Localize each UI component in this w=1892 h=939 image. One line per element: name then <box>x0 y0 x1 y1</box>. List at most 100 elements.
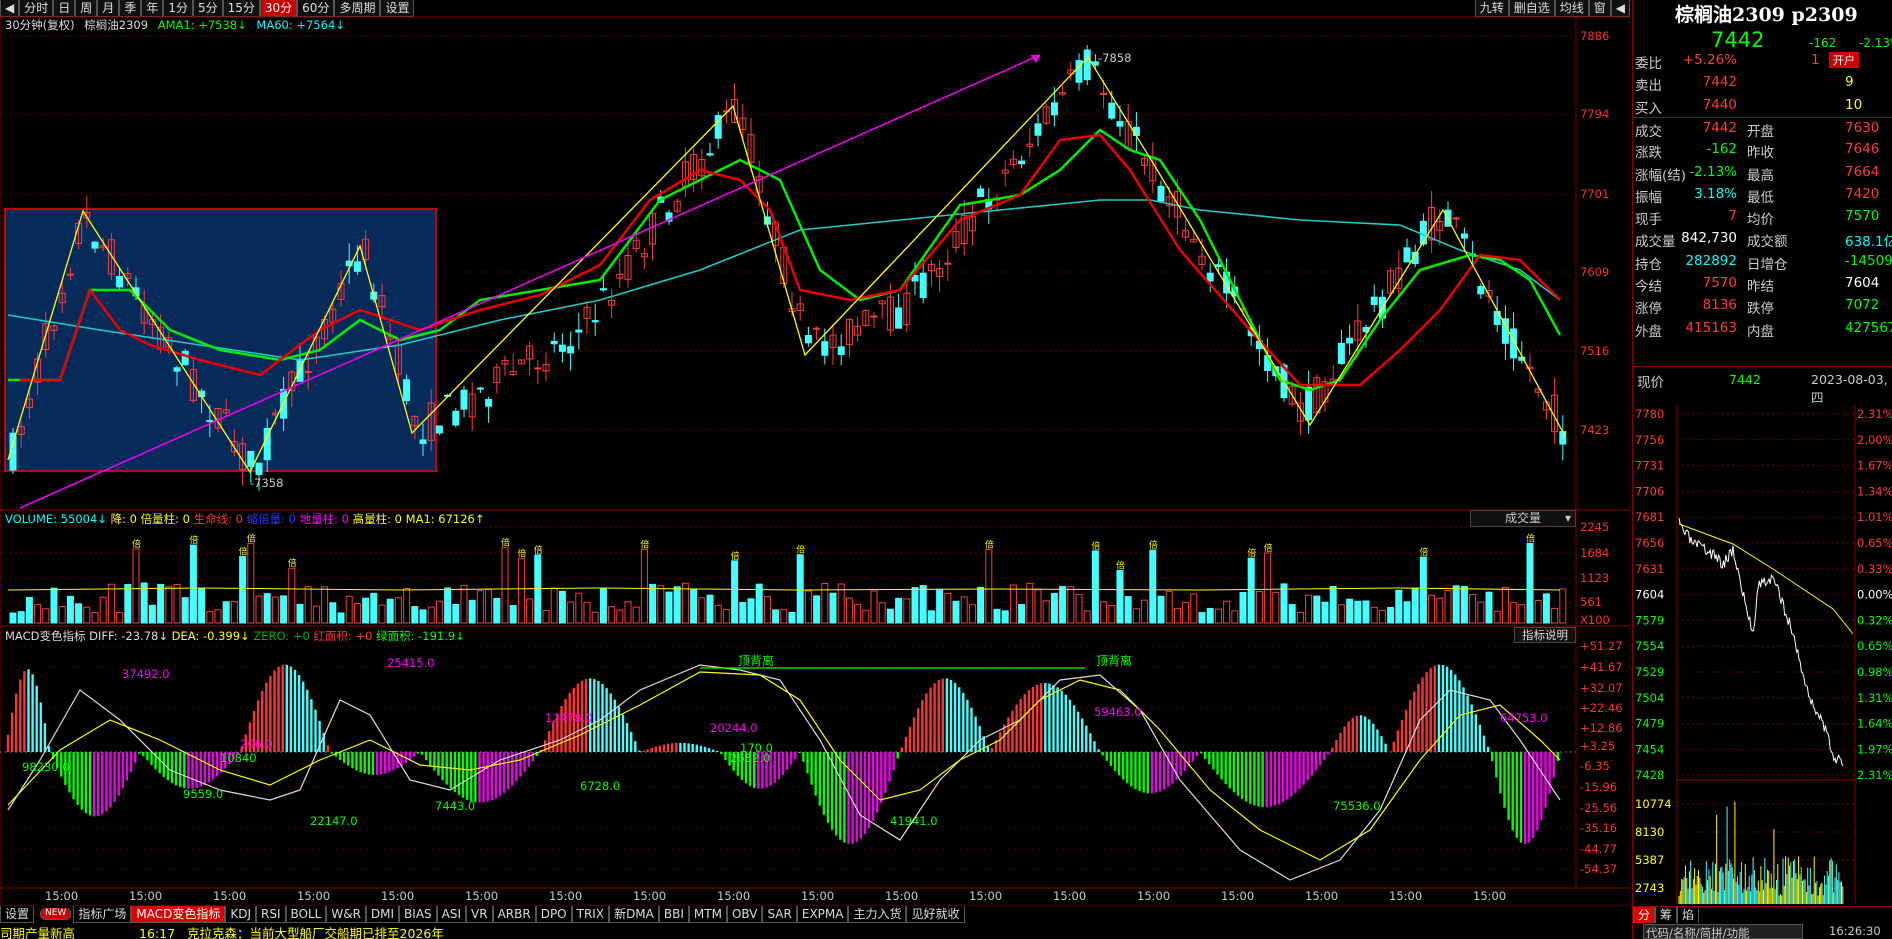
volume-bar <box>337 612 345 624</box>
candle <box>575 329 583 333</box>
volume-bar <box>157 583 165 624</box>
volume-indicator-select[interactable]: 成交量 ▾ <box>1470 510 1576 527</box>
macd-area-label: 41941.0 <box>890 814 938 828</box>
indicator-tab[interactable]: MTM <box>688 906 727 923</box>
quote-row-label: 持仓 <box>1635 256 1662 273</box>
volume-bar <box>772 609 780 624</box>
candle <box>353 261 361 272</box>
indicator-tab[interactable]: ARBR <box>492 906 536 923</box>
mini-tab[interactable]: 焰 <box>1677 907 1700 924</box>
indicator-tab[interactable]: 新DMA <box>609 906 659 923</box>
volume-bar <box>1173 608 1181 624</box>
indicator-tab[interactable]: DMI <box>365 906 400 923</box>
volume-bar <box>911 587 919 624</box>
indicator-tab[interactable]: SAR <box>762 906 797 923</box>
mini-tab[interactable]: 筹 <box>1655 907 1678 924</box>
indicator-tab[interactable]: VR <box>466 906 493 923</box>
indicator-tab[interactable]: BIAS <box>399 906 437 923</box>
indicator-tab[interactable]: ASI <box>436 906 467 923</box>
quote-row-value3: 7664 <box>1845 163 1880 180</box>
volume-bar <box>739 602 747 624</box>
indicator-tab[interactable]: TRIX <box>571 906 610 923</box>
volume-bar <box>591 611 599 624</box>
volume-bar <box>1280 583 1288 624</box>
macd-area-label: 59463.0 <box>1094 705 1142 719</box>
volume-bar <box>1050 592 1058 624</box>
volume-bar <box>173 583 181 624</box>
indicator-tab[interactable]: RSI <box>256 906 286 923</box>
volume-bar <box>542 609 550 624</box>
quote-row-label: 振幅 <box>1635 189 1662 206</box>
indicator-tab[interactable]: OBV <box>726 906 763 923</box>
volume-bar <box>632 606 640 624</box>
quote-row: 涨幅(结) -2.13% 最高 7664 <box>1633 162 1892 184</box>
indicator-tab[interactable]: 指标广场 <box>73 906 132 923</box>
candle <box>476 387 484 390</box>
volume-bar <box>657 585 665 624</box>
quote-row-value: 282892 <box>1685 252 1737 269</box>
macd-y-tick: +12.86 <box>1580 721 1623 735</box>
mini-price-line <box>1678 517 1844 766</box>
quote-row-label2: 跌停 <box>1747 301 1774 318</box>
volume-bar <box>1493 610 1501 624</box>
x-tick-label: 15:00 <box>969 889 1002 903</box>
quote-row-value: 415163 <box>1685 319 1737 336</box>
legend-ama1: AMA1: +7538↓ <box>157 18 247 32</box>
indicator-tab[interactable]: 主力入货 <box>848 906 907 923</box>
macd-legend-zero: ZERO: +0 <box>253 629 310 643</box>
volume-bar <box>854 603 862 624</box>
ticker-time: 16:17 <box>139 926 176 939</box>
x-tick-label: 15:00 <box>213 889 246 903</box>
indicator-tab[interactable]: EXPMA <box>796 906 849 923</box>
volume-bar <box>960 596 968 624</box>
volume-bar <box>1124 596 1132 624</box>
quote-row-label2: 内盘 <box>1747 323 1774 340</box>
volume-bar <box>624 601 632 624</box>
candle <box>1346 337 1354 344</box>
volume-bar <box>1305 594 1313 624</box>
legend-symbol: 棕榈油2309 <box>84 18 149 32</box>
mini-tab[interactable]: 分 <box>1633 907 1656 924</box>
quote-row-label2: 均价 <box>1747 212 1774 229</box>
volume-bar-label: 倍 <box>132 538 141 550</box>
quote-row-value3: 7420 <box>1845 185 1880 202</box>
indicator-explain-button[interactable]: 指标说明 <box>1514 627 1576 643</box>
volume-bar <box>1518 604 1526 624</box>
indicator-tab[interactable]: KDJ <box>225 906 256 923</box>
search-input[interactable]: 代码/名称/简拼/功能 <box>1643 924 1803 939</box>
volume-bar <box>936 588 944 624</box>
volume-select-value: 成交量 <box>1505 511 1542 525</box>
indicator-tab[interactable]: MACD变色指标 <box>131 906 226 923</box>
open-account-button[interactable]: 开户 <box>1829 52 1859 68</box>
volume-bar <box>312 605 320 624</box>
quote-row: 委比 +5.26% 1 开户 <box>1633 50 1892 72</box>
volume-bar <box>1190 593 1198 624</box>
mini-price-tick: 7479 <box>1635 717 1664 731</box>
volume-bar <box>460 584 468 624</box>
indicator-tab[interactable]: NEW <box>40 908 72 920</box>
vol-y-tick: 2245 <box>1580 520 1609 534</box>
volume-bar-label: 倍 <box>1091 540 1100 552</box>
volume-bar <box>247 543 255 624</box>
indicator-tab[interactable]: 见好就收 <box>906 906 965 923</box>
volume-bar <box>722 609 730 624</box>
mini-price-tick: 7604 <box>1635 588 1664 602</box>
volume-bar <box>99 596 107 624</box>
volume-bar <box>944 592 952 624</box>
quote-row-label2: 最高 <box>1747 167 1774 184</box>
candle <box>1018 160 1026 165</box>
macd-area-label: 12478.0 <box>545 711 593 725</box>
indicator-tab[interactable]: DPO <box>535 906 572 923</box>
indicator-tab[interactable]: 设置 <box>0 906 35 923</box>
quote-row: 振幅 3.18% 最低 7420 <box>1633 184 1892 206</box>
candle <box>1050 102 1058 116</box>
volume-bar <box>1378 609 1386 624</box>
volume-bar <box>214 609 222 624</box>
quote-row: 涨停 8136 跌停 7072 <box>1633 295 1892 317</box>
indicator-tab[interactable]: BOLL <box>285 906 327 923</box>
vol-legend-volume: VOLUME: 55004↓ <box>5 512 107 526</box>
indicator-tab[interactable]: W&R <box>326 906 366 923</box>
indicator-tab[interactable]: BBI <box>658 906 689 923</box>
candle <box>837 346 845 356</box>
volume-bar <box>673 586 681 624</box>
